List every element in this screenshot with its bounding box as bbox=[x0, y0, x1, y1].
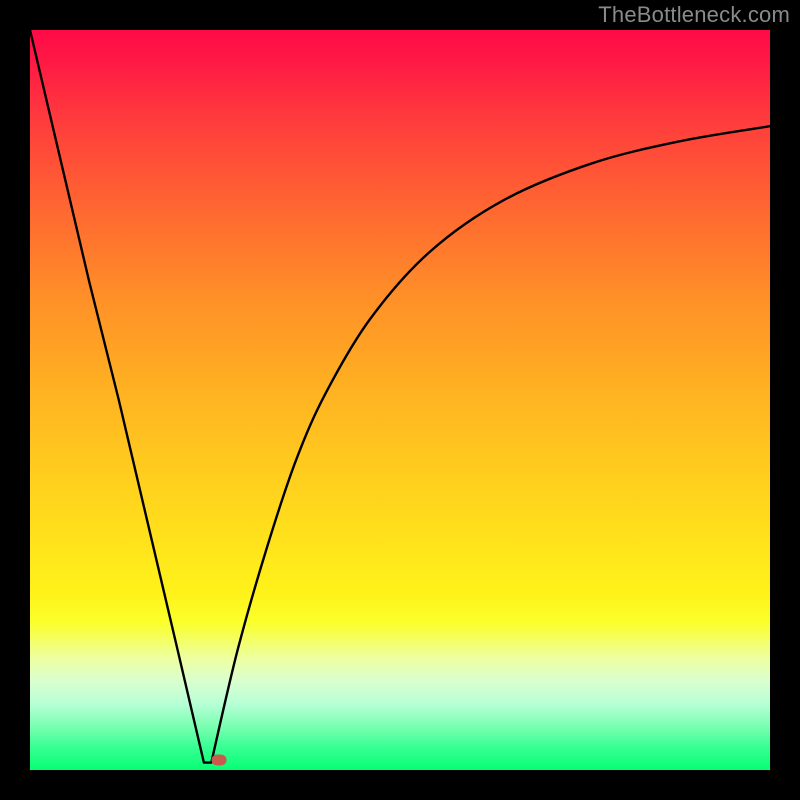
curve-path bbox=[30, 30, 770, 763]
bottleneck-curve bbox=[30, 30, 770, 770]
plot-area bbox=[30, 30, 770, 770]
chart-frame: TheBottleneck.com bbox=[0, 0, 800, 800]
optimal-marker bbox=[211, 755, 226, 766]
watermark-text: TheBottleneck.com bbox=[598, 2, 790, 28]
